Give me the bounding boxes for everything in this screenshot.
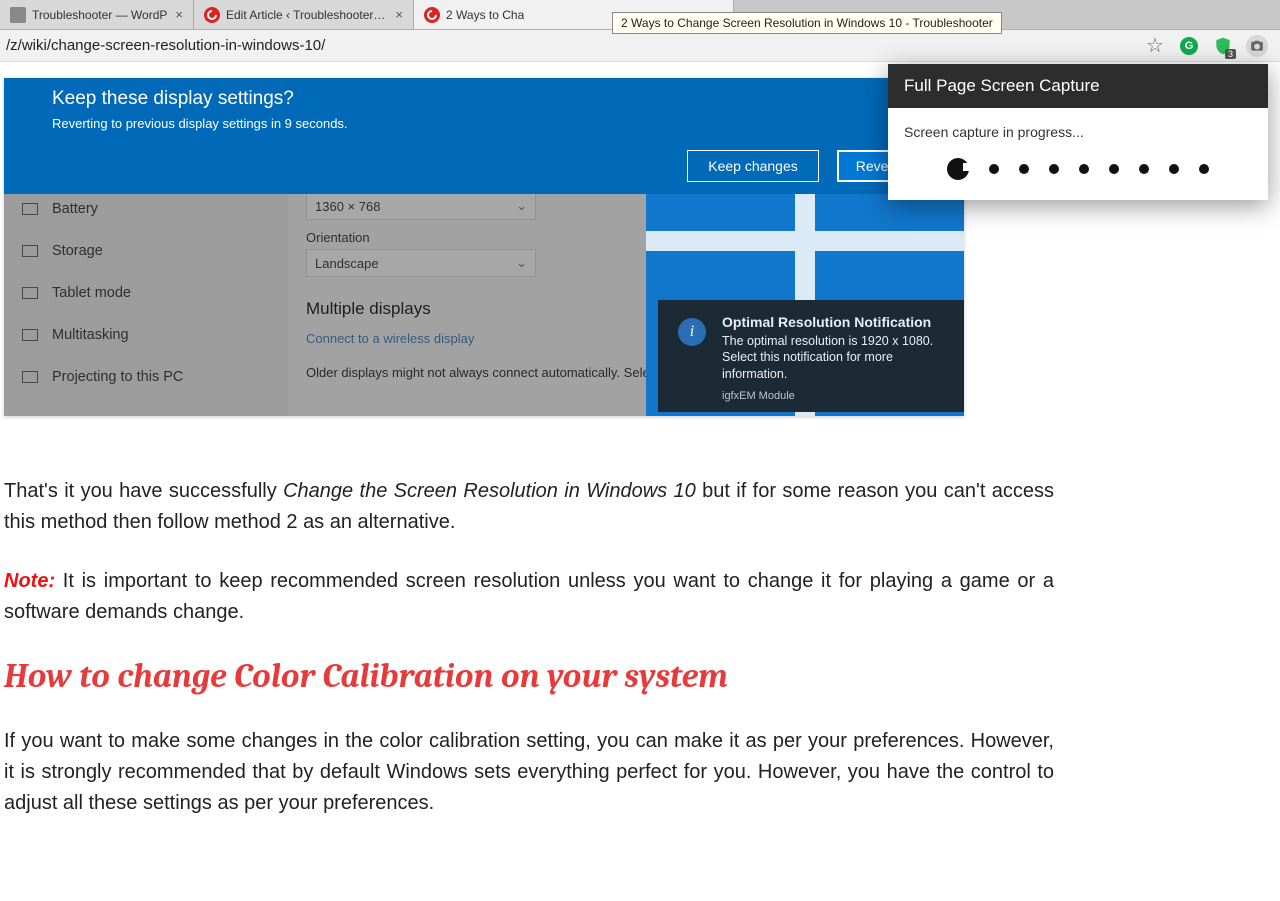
- paragraph-note: Note: It is important to keep recommende…: [4, 566, 1054, 628]
- banner-subtitle: Reverting to previous display settings i…: [52, 116, 916, 131]
- sidebar-label: Storage: [52, 243, 103, 259]
- sidebar-label: Projecting to this PC: [52, 369, 183, 385]
- tab-title: Troubleshooter — WordP: [32, 8, 167, 22]
- chevron-down-icon: ⌄: [516, 198, 527, 214]
- tablet-icon: [22, 287, 38, 299]
- progress-dot: [989, 164, 999, 174]
- progress-dot: [1169, 164, 1179, 174]
- optimal-resolution-toast[interactable]: i Optimal Resolution Notification The op…: [658, 300, 964, 412]
- grammarly-icon[interactable]: G: [1178, 35, 1200, 57]
- keep-settings-banner: Keep these display settings? Reverting t…: [4, 78, 964, 194]
- tab-tooltip: 2 Ways to Change Screen Resolution in Wi…: [612, 12, 1002, 34]
- popup-title: Full Page Screen Capture: [888, 64, 1268, 108]
- sidebar-item-storage[interactable]: Storage: [22, 230, 288, 272]
- address-bar: /z/wiki/change-screen-resolution-in-wind…: [0, 30, 1280, 62]
- close-icon[interactable]: ×: [175, 7, 183, 22]
- paragraph-color-calibration: If you want to make some changes in the …: [4, 726, 1054, 819]
- sidebar-label: Multitasking: [52, 327, 129, 343]
- url-text[interactable]: /z/wiki/change-screen-resolution-in-wind…: [0, 37, 1144, 54]
- shield-icon[interactable]: 3: [1212, 35, 1234, 57]
- camera-extension-icon[interactable]: [1246, 35, 1268, 57]
- article-body: That's it you have successfully Change t…: [0, 416, 1060, 819]
- bookmark-star-icon[interactable]: ☆: [1144, 35, 1166, 57]
- tab-edit-article[interactable]: Edit Article ‹ Troubleshooter — W ×: [194, 0, 414, 29]
- resolution-value: 1360 × 768: [315, 199, 380, 214]
- favicon-red-icon: [204, 7, 220, 23]
- orientation-value: Landscape: [315, 256, 379, 271]
- tab-troubleshooter[interactable]: Troubleshooter — WordP ×: [0, 0, 194, 29]
- note-label: Note:: [4, 570, 55, 592]
- sidebar-item-battery[interactable]: Battery: [22, 188, 288, 230]
- multitasking-icon: [22, 329, 38, 341]
- paragraph-text: That's it you have successfully: [4, 480, 283, 502]
- sidebar-item-tablet-mode[interactable]: Tablet mode: [22, 272, 288, 314]
- sidebar-item-multitasking[interactable]: Multitasking: [22, 314, 288, 356]
- banner-title: Keep these display settings?: [52, 88, 916, 110]
- progress-dot: [1139, 164, 1149, 174]
- progress-dots: [904, 158, 1252, 180]
- popup-status: Screen capture in progress...: [904, 124, 1252, 140]
- shield-badge: 3: [1225, 49, 1236, 59]
- close-icon[interactable]: ×: [395, 7, 403, 22]
- toast-body: The optimal resolution is 1920 x 1080. S…: [722, 333, 944, 382]
- progress-dot: [1079, 164, 1089, 174]
- resolution-dropdown[interactable]: 1360 × 768 ⌄: [306, 192, 536, 220]
- progress-dot-active: [947, 158, 969, 180]
- screen-capture-popup: Full Page Screen Capture Screen capture …: [888, 64, 1268, 200]
- info-icon: i: [678, 318, 706, 346]
- chevron-down-icon: ⌄: [516, 255, 527, 271]
- storage-icon: [22, 245, 38, 257]
- battery-icon: [22, 203, 38, 215]
- sidebar-label: Tablet mode: [52, 285, 131, 301]
- progress-dot: [1019, 164, 1029, 174]
- paragraph-success: That's it you have successfully Change t…: [4, 476, 1054, 538]
- progress-dot: [1109, 164, 1119, 174]
- sidebar-label: Battery: [52, 201, 98, 217]
- tab-title: 2 Ways to Cha: [446, 8, 524, 22]
- favicon-generic-icon: [10, 7, 26, 23]
- projecting-icon: [22, 371, 38, 383]
- windows-settings-screenshot: Battery Storage Tablet mode Multitasking…: [4, 78, 964, 416]
- paragraph-italic: Change the Screen Resolution in Windows …: [283, 480, 696, 502]
- orientation-dropdown[interactable]: Landscape ⌄: [306, 249, 536, 277]
- toast-title: Optimal Resolution Notification: [722, 314, 944, 330]
- keep-changes-button[interactable]: Keep changes: [687, 150, 819, 182]
- tab-title: Edit Article ‹ Troubleshooter — W: [226, 8, 387, 22]
- progress-dot: [1049, 164, 1059, 174]
- color-calibration-heading: How to change Color Calibration on your …: [4, 656, 1054, 696]
- progress-dot: [1199, 164, 1209, 174]
- favicon-red-icon: [424, 7, 440, 23]
- sidebar-item-projecting[interactable]: Projecting to this PC: [22, 356, 288, 398]
- toast-source: igfxEM Module: [722, 390, 944, 402]
- note-text: It is important to keep recommended scre…: [4, 570, 1054, 623]
